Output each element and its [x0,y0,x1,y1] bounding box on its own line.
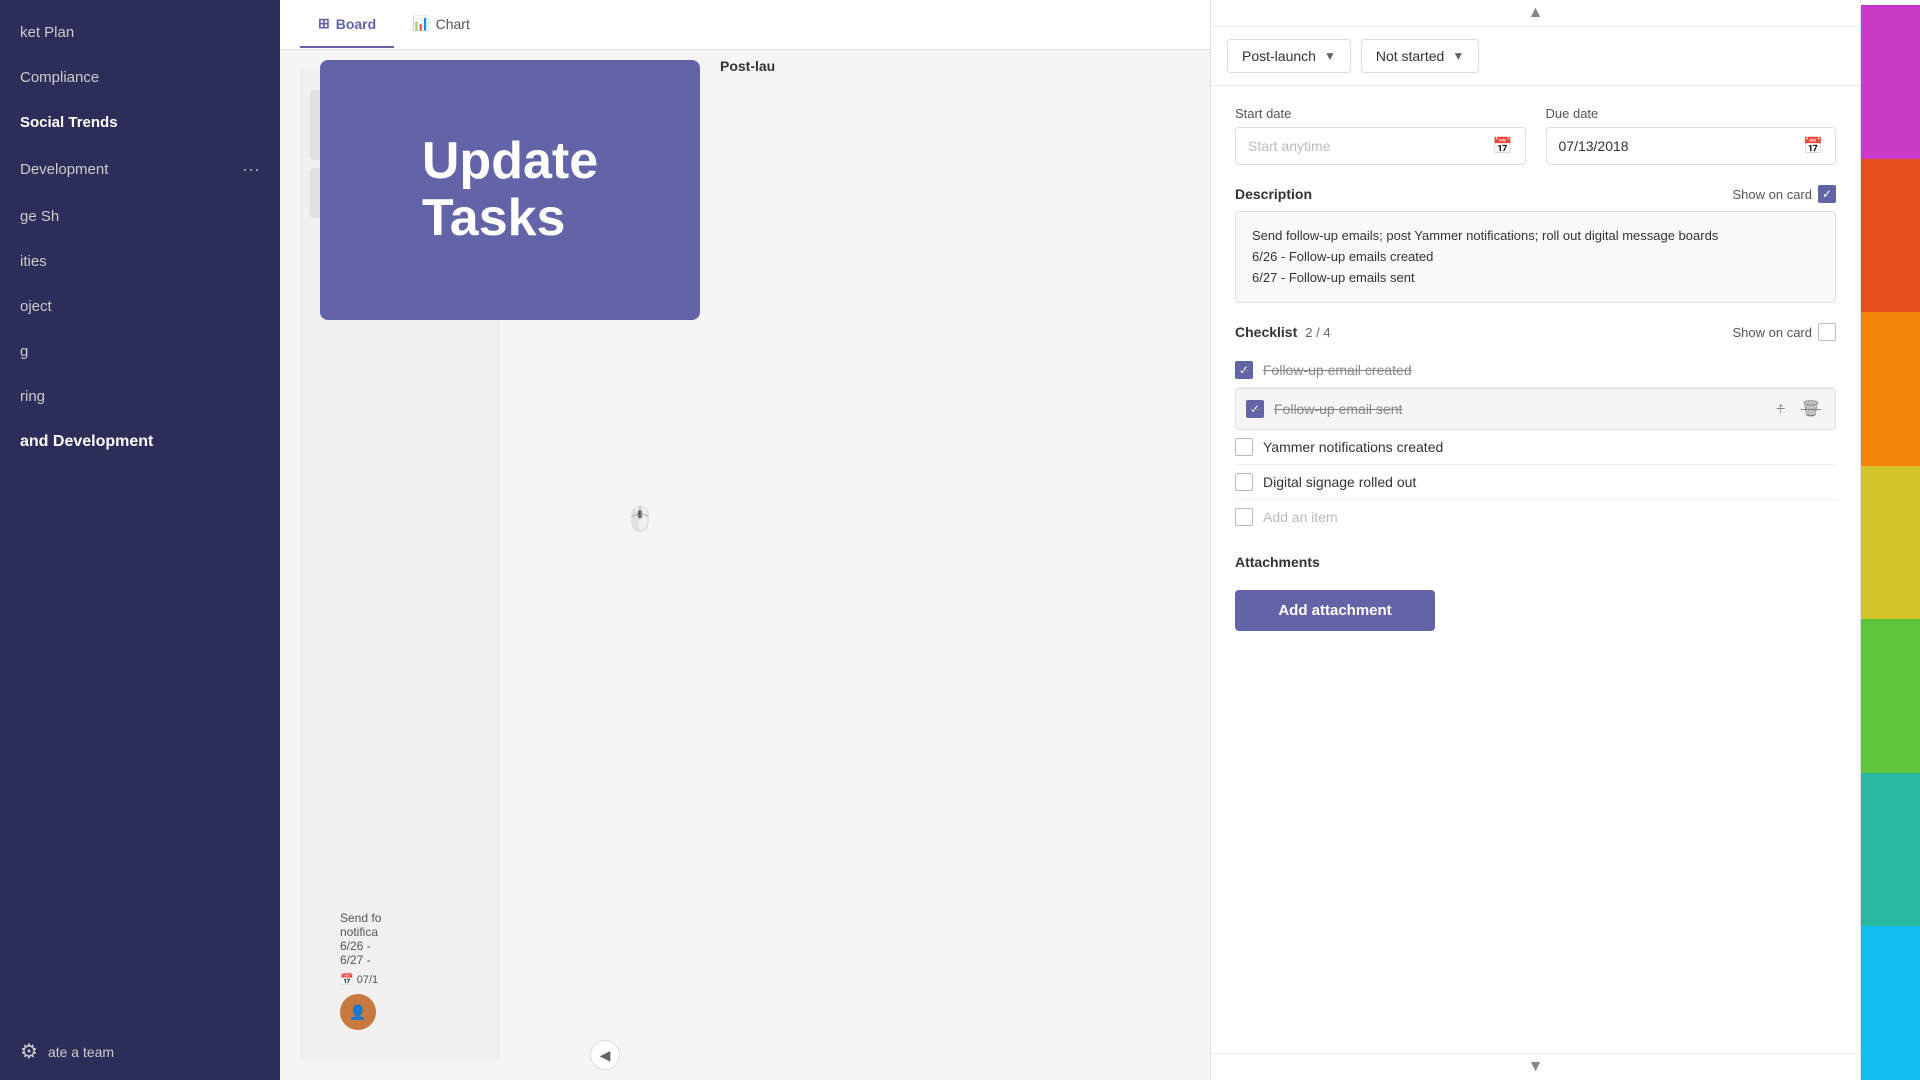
update-tasks-card[interactable]: UpdateTasks [320,60,700,320]
board-header: ⊞ Board 📊 Chart [280,0,1210,50]
checklist-item-1-checkbox[interactable]: ✓ [1235,361,1253,379]
checkmark-icon: ✓ [1822,187,1832,201]
color-swatch-yellow[interactable] [1861,466,1920,620]
sidebar-item-development[interactable]: Development ··· [0,145,280,194]
sidebar-item-oject[interactable]: oject [0,284,280,329]
tab-chart[interactable]: 📊 Chart [394,1,488,48]
main-area: ⊞ Board 📊 Chart Post-lau UpdateTasks Sen… [280,0,1210,1080]
sidebar-item-g[interactable]: g [0,329,280,374]
due-date-field: Due date 07/13/2018 📅 [1546,106,1837,165]
start-date-input[interactable]: Start anytime 📅 [1235,127,1526,165]
attachments-header: Attachments [1235,554,1836,570]
calendar-icon: 📅 [1803,136,1823,156]
collapse-button[interactable]: ◀ [590,1040,620,1070]
checkmark-icon: ✓ [1239,363,1249,377]
checklist-progress: 2 / 4 [1305,325,1330,340]
add-item-row: Add an item [1235,500,1836,534]
checklist-item-3-checkbox[interactable] [1235,438,1253,456]
color-swatch-green[interactable] [1861,619,1920,773]
sidebar-item-ge-sh[interactable]: ge Sh [0,194,280,239]
color-swatch-red[interactable] [1861,159,1920,313]
chevron-down-icon: ▼ [1528,1058,1544,1076]
chevron-down-icon: ▼ [1452,49,1464,63]
avatar-initials: 👤 [349,1004,366,1021]
checklist-item-2[interactable]: ✓ Follow-up email sent ↑ 🗑 [1235,388,1836,430]
move-up-button[interactable]: ↑ [1773,398,1789,420]
scroll-up-indicator[interactable]: ▲ [1211,0,1860,27]
sidebar-item-social-trends[interactable]: Social Trends [0,100,280,145]
add-attachment-button[interactable]: Add attachment [1235,590,1435,631]
sidebar-footer[interactable]: ⚙ ate a team [0,1023,280,1080]
checklist-item-4-checkbox[interactable] [1235,473,1253,491]
checklist-item-3[interactable]: Yammer notifications created [1235,430,1836,465]
chevron-down-icon: ▼ [1324,49,1336,63]
color-swatch-magenta[interactable] [1861,5,1920,159]
color-swatch-orange[interactable] [1861,312,1920,466]
description-show-on-card: Show on card ✓ [1733,185,1837,203]
checklist-item-2-checkbox[interactable]: ✓ [1246,400,1264,418]
tab-board[interactable]: ⊞ Board [300,1,394,48]
chevron-up-icon: ▲ [1528,4,1544,22]
start-date-field: Start date Start anytime 📅 [1235,106,1526,165]
sidebar-item-brand-development[interactable]: and Development [0,419,280,465]
sidebar-item-ring[interactable]: ring [0,374,280,419]
task-detail-panel: ▲ Post-launch ▼ Not started ▼ Start date… [1210,0,1860,1080]
sidebar-item-ities[interactable]: ities [0,239,280,284]
more-options-icon[interactable]: ··· [242,159,260,180]
checklist-show-on-card: Show on card [1733,323,1837,341]
avatar: 👤 [340,994,376,1030]
overlay-card-title: UpdateTasks [402,113,618,267]
gear-icon[interactable]: ⚙ [20,1039,38,1064]
sidebar: ket Plan Compliance Social Trends Develo… [0,0,280,1080]
checklist-show-on-card-checkbox[interactable] [1818,323,1836,341]
color-swatch-cyan[interactable] [1861,926,1920,1080]
checklist-item-2-actions: ↑ 🗑 [1773,397,1825,421]
attachments-section: Attachments Add attachment [1235,554,1836,631]
sidebar-item-ket-plan[interactable]: ket Plan [0,10,280,55]
color-swatch-teal[interactable] [1861,773,1920,927]
sidebar-item-compliance[interactable]: Compliance [0,55,280,100]
due-date-input[interactable]: 07/13/2018 📅 [1546,127,1837,165]
chart-icon: 📊 [412,15,429,32]
description-text: Send follow-up emails; post Yammer notif… [1252,226,1819,288]
panel-body: Start date Start anytime 📅 Due date 07/1… [1211,86,1860,1053]
board-icon: ⊞ [318,15,330,32]
date-row: Start date Start anytime 📅 Due date 07/1… [1235,106,1836,165]
calendar-icon: 📅 [1493,136,1513,156]
chevron-left-icon: ◀ [600,1047,611,1064]
add-item-checkbox [1235,508,1253,526]
description-section-header: Description Show on card ✓ [1235,185,1836,203]
status-dropdown[interactable]: Not started ▼ [1361,39,1479,73]
checkmark-icon: ✓ [1250,402,1260,416]
scroll-down-indicator[interactable]: ▼ [1211,1053,1860,1080]
checklist-item-1[interactable]: ✓ Follow-up email created [1235,353,1836,388]
color-palette [1860,0,1920,1080]
phase-dropdown[interactable]: Post-launch ▼ [1227,39,1351,73]
card-info: Send fonotifica6/26 -6/27 - 📅 07/1 👤 [340,911,381,1030]
post-launch-column-label: Post-lau [720,58,775,74]
checklist-header: Checklist 2 / 4 Show on card [1235,323,1836,341]
delete-button[interactable]: 🗑 [1797,397,1825,421]
checklist-item-4[interactable]: Digital signage rolled out [1235,465,1836,500]
description-show-on-card-checkbox[interactable]: ✓ [1818,185,1836,203]
panel-header: Post-launch ▼ Not started ▼ [1211,27,1860,86]
description-box: Send follow-up emails; post Yammer notif… [1235,211,1836,303]
